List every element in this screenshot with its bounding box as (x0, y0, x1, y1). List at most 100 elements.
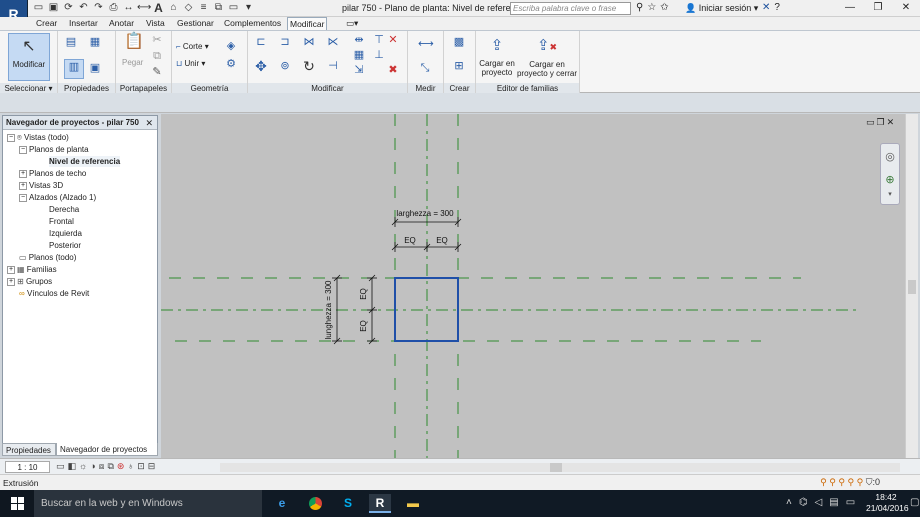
favorites-icon[interactable]: ✩ (660, 2, 668, 13)
horizontal-scroll-thumb[interactable] (550, 463, 562, 472)
type-properties-icon[interactable]: ▦ (88, 35, 102, 49)
tab-crear[interactable]: Crear (34, 17, 59, 30)
array-icon[interactable]: ▦ (352, 48, 366, 62)
copy-elements-icon[interactable]: ⊚ (278, 59, 292, 73)
save-icon[interactable]: ▣ (47, 2, 60, 14)
maximize-icon[interactable]: ❐ (864, 0, 892, 16)
chrome-icon[interactable] (304, 494, 326, 513)
start-button[interactable] (0, 490, 34, 517)
show-crop-icon[interactable]: ⧉ (107, 461, 113, 472)
copy-icon[interactable]: ⧉ (150, 49, 164, 63)
tree-item-vistas[interactable]: − ⌾ Vistas (todo) (7, 132, 69, 143)
paint-icon[interactable]: ⚙ (224, 57, 238, 71)
action-center-icon[interactable]: ▤ (829, 497, 838, 508)
select-links-icon[interactable]: ⚲ (820, 477, 827, 487)
volume-icon[interactable]: ◁ (815, 497, 823, 508)
tree-item-izquierda[interactable]: Izquierda (49, 228, 82, 239)
minimize-icon[interactable]: — (836, 0, 864, 16)
split-icon[interactable]: ⇹ (352, 33, 366, 47)
eq-label-left[interactable]: EQ (404, 236, 416, 245)
show-desktop-icon[interactable]: ▢ (910, 497, 919, 508)
drawing-area[interactable]: larghezza = 300 EQ EQ lunghezza = 300 EQ… (161, 114, 905, 458)
highlight-icon[interactable]: ⊟ (148, 461, 156, 472)
tray-expand-icon[interactable]: ˄ (786, 497, 792, 508)
tab-propiedades[interactable]: Propiedades (2, 443, 56, 456)
pin-icon[interactable]: ⊤ (372, 33, 386, 47)
tree-item-vinculos[interactable]: ∞ Vínculos de Revit (19, 288, 89, 299)
eq-label-top[interactable]: EQ (359, 288, 368, 300)
switch-windows-icon[interactable]: ▭ (227, 2, 240, 14)
tree-item-grupos[interactable]: + ⊞ Grupos (7, 276, 52, 287)
sync-icon[interactable]: ⟳ (62, 2, 75, 14)
mirror-draw-icon[interactable]: ⋉ (326, 35, 340, 49)
tree-item-planos-de-planta[interactable]: − Planos de planta (19, 144, 89, 155)
print-icon[interactable]: ⎙ (107, 2, 120, 14)
unpin-icon[interactable]: ⊥ (372, 48, 386, 62)
visual-style-icon[interactable]: ◧ (68, 461, 77, 472)
taskbar-search[interactable]: Buscar en la web y en Windows (34, 490, 262, 517)
zoom-icon[interactable]: ⊕ (881, 173, 899, 186)
help-icon[interactable]: ? (774, 2, 780, 13)
tree-item-alzados[interactable]: − Alzados (Alzado 1) (19, 192, 96, 203)
tree-item-planos-de-techo[interactable]: + Planos de techo (19, 168, 86, 179)
select-by-face-icon[interactable]: ⚲ (848, 477, 855, 487)
tab-complementos[interactable]: Complementos (222, 17, 283, 30)
mirror-axis-icon[interactable]: ⋈ (302, 35, 316, 49)
load-into-project-button[interactable]: ⇪ Cargar en proyecto (478, 33, 516, 77)
wall-joins-icon[interactable]: ◈ (224, 39, 238, 53)
keyboard-icon[interactable]: ▭ (846, 497, 855, 508)
steering-wheel-icon[interactable]: ◎ (881, 150, 899, 163)
select-underlay-icon[interactable]: ⚲ (829, 477, 836, 487)
tab-navegador[interactable]: Navegador de proyectos -... (56, 443, 158, 467)
family-types-icon[interactable]: ▥ (64, 59, 84, 79)
select-pinned-icon[interactable]: ⚲ (838, 477, 845, 487)
tab-insertar[interactable]: Insertar (67, 17, 100, 30)
eq-label-bottom[interactable]: EQ (359, 320, 368, 332)
delete-icon[interactable]: ✕ (386, 33, 400, 47)
tree-item-derecha[interactable]: Derecha (49, 204, 79, 215)
text-icon[interactable]: A (152, 2, 165, 14)
taskbar-clock[interactable]: 18:42 21/04/2016 (866, 492, 909, 514)
open-icon[interactable]: ▭ (32, 2, 45, 14)
tab-vista[interactable]: Vista (144, 17, 167, 30)
drag-elements-icon[interactable]: ⚲ (857, 477, 864, 487)
tree-item-posterior[interactable]: Posterior (49, 240, 81, 251)
close-icon[interactable]: ✕ (145, 116, 153, 130)
move-icon[interactable]: ✥ (254, 59, 268, 73)
vertical-scrollbar[interactable] (905, 114, 918, 458)
ribbon-toggle-button[interactable]: ▭▾ (344, 17, 360, 30)
properties-icon[interactable]: ▤ (64, 35, 78, 49)
expand-icon[interactable]: + (7, 265, 15, 274)
sun-path-icon[interactable]: ☼ (79, 461, 87, 472)
dimension-icon[interactable]: ⟷ (137, 2, 151, 14)
skype-icon[interactable]: S (337, 494, 359, 513)
collapse-icon[interactable]: − (7, 133, 15, 142)
3d-view-icon[interactable]: ⌂ (167, 2, 180, 14)
scale-icon[interactable]: ⇲ (352, 63, 366, 77)
horizontal-scrollbar[interactable] (220, 463, 900, 472)
close-icon[interactable]: ✕ (892, 0, 920, 16)
eq-label-right[interactable]: EQ (436, 236, 448, 245)
tab-gestionar[interactable]: Gestionar (175, 17, 216, 30)
tab-anotar[interactable]: Anotar (107, 17, 136, 30)
tree-item-vistas-3d[interactable]: + Vistas 3D (19, 180, 63, 191)
temp-hide-icon[interactable]: ⊛ (117, 461, 125, 472)
offset-icon[interactable]: ⊐ (278, 35, 292, 49)
reveal-hidden-icon[interactable]: ♁ (127, 461, 134, 472)
measure-distance-icon[interactable]: ⟷ (418, 37, 434, 51)
tree-item-familias[interactable]: + ▦ Familias (7, 264, 57, 275)
close-windows-icon[interactable]: ⧉ (212, 2, 225, 14)
align-icon[interactable]: ⊏ (254, 35, 268, 49)
shadows-icon[interactable]: ◑ (90, 461, 95, 472)
create-group-icon[interactable]: ⊞ (452, 59, 466, 73)
file-explorer-icon[interactable]: ▬ (402, 494, 424, 513)
cut-geometry-button[interactable]: ⌐ Corte ▾ (176, 42, 209, 51)
join-geometry-button[interactable]: ⊔ Unir ▾ (176, 59, 205, 68)
modify-button[interactable]: ↖ Modificar (8, 33, 50, 81)
collapse-icon[interactable]: − (19, 193, 27, 202)
tab-modificar[interactable]: Modificar (287, 17, 328, 30)
expand-icon[interactable]: + (19, 169, 27, 178)
collapse-icon[interactable]: − (19, 145, 27, 154)
tree-item-nivel-de-referencia[interactable]: Nivel de referencia (49, 156, 121, 167)
detail-level-icon[interactable]: ▭ (56, 461, 65, 472)
